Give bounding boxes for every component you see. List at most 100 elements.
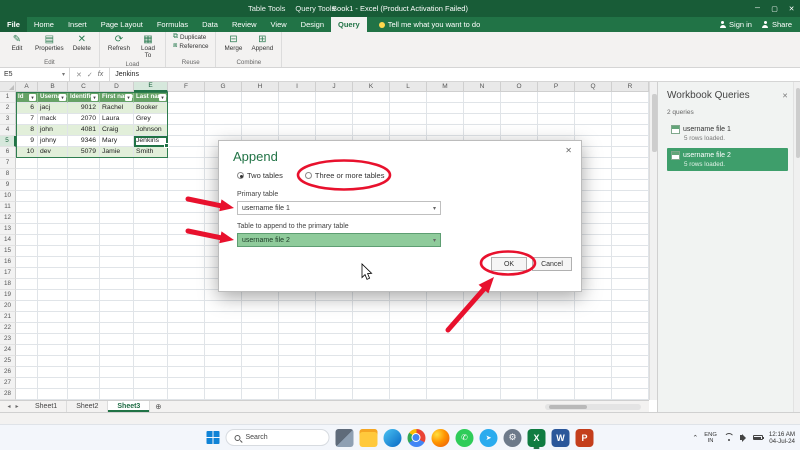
cell-C23[interactable] (68, 334, 100, 345)
row-header-17[interactable]: 17 (0, 268, 16, 279)
cell-E25[interactable] (134, 356, 168, 367)
cell-Q24[interactable] (575, 345, 612, 356)
row-header-2[interactable]: 2 (0, 103, 16, 114)
name-box-caret-icon[interactable]: ▾ (62, 71, 65, 78)
cell-D13[interactable] (100, 224, 134, 235)
cell-B8[interactable] (38, 169, 68, 180)
cell-H20[interactable] (242, 301, 279, 312)
cell-R16[interactable] (612, 257, 649, 268)
cell-N3[interactable] (464, 114, 501, 125)
cell-B20[interactable] (38, 301, 68, 312)
row-header-8[interactable]: 8 (0, 169, 16, 180)
cell-R22[interactable] (612, 323, 649, 334)
col-header-F[interactable]: F (168, 82, 205, 92)
cell-R18[interactable] (612, 279, 649, 290)
cell-O20[interactable] (501, 301, 538, 312)
cell-E28[interactable] (134, 389, 168, 400)
cell-Q3[interactable] (575, 114, 612, 125)
cell-K2[interactable] (353, 103, 390, 114)
cell-R8[interactable] (612, 169, 649, 180)
ribbon-tab-view[interactable]: View (264, 17, 294, 32)
cell-Q20[interactable] (575, 301, 612, 312)
col-header-J[interactable]: J (316, 82, 353, 92)
cell-R5[interactable] (612, 136, 649, 147)
cell-G2[interactable] (205, 103, 242, 114)
cell-R27[interactable] (612, 378, 649, 389)
cell-B15[interactable] (38, 246, 68, 257)
cell-K25[interactable] (353, 356, 390, 367)
col-header-E[interactable]: E (134, 82, 168, 92)
cell-G24[interactable] (205, 345, 242, 356)
append-button[interactable]: ⊞ Append (248, 33, 276, 54)
cell-D7[interactable] (100, 158, 134, 169)
maximize-icon[interactable]: ▢ (766, 0, 783, 17)
cell-E21[interactable] (134, 312, 168, 323)
cell-I3[interactable] (279, 114, 316, 125)
cell-J22[interactable] (316, 323, 353, 334)
cell-F21[interactable] (168, 312, 205, 323)
cell-R2[interactable] (612, 103, 649, 114)
cell-D28[interactable] (100, 389, 134, 400)
two-tables-radio[interactable]: Two tables (237, 171, 283, 180)
cell-I24[interactable] (279, 345, 316, 356)
cell-G25[interactable] (205, 356, 242, 367)
row-header-21[interactable]: 21 (0, 312, 16, 323)
cell-R24[interactable] (612, 345, 649, 356)
cell-K28[interactable] (353, 389, 390, 400)
cell-M24[interactable] (427, 345, 464, 356)
cell-J26[interactable] (316, 367, 353, 378)
cell-R7[interactable] (612, 158, 649, 169)
cell-D8[interactable] (100, 169, 134, 180)
cell-C22[interactable] (68, 323, 100, 334)
cell-F27[interactable] (168, 378, 205, 389)
cell-B28[interactable] (38, 389, 68, 400)
cell-R28[interactable] (612, 389, 649, 400)
cell-D17[interactable] (100, 268, 134, 279)
load-to-button[interactable]: ▦ Load To (136, 33, 160, 60)
row-header-20[interactable]: 20 (0, 301, 16, 312)
append-table-dropdown[interactable]: username file 2 ▾ (237, 233, 441, 247)
cell-A12[interactable] (16, 213, 38, 224)
cell-F18[interactable] (168, 279, 205, 290)
cell-H3[interactable] (242, 114, 279, 125)
duplicate-button[interactable]: ⧉ Duplicate (171, 33, 208, 41)
cell-L26[interactable] (390, 367, 427, 378)
cell-C27[interactable] (68, 378, 100, 389)
cell-A24[interactable] (16, 345, 38, 356)
row-header-10[interactable]: 10 (0, 191, 16, 202)
whatsapp-icon[interactable]: ✆ (455, 428, 474, 447)
cell-J4[interactable] (316, 125, 353, 136)
row-header-23[interactable]: 23 (0, 334, 16, 345)
cell-A15[interactable] (16, 246, 38, 257)
cell-C2[interactable]: 9012 (68, 103, 100, 114)
edge-icon[interactable] (383, 428, 402, 447)
language-indicator[interactable]: ENG IN (704, 432, 717, 444)
cell-D10[interactable] (100, 191, 134, 202)
cell-C4[interactable]: 4081 (68, 125, 100, 136)
row-header-14[interactable]: 14 (0, 235, 16, 246)
cell-E14[interactable] (134, 235, 168, 246)
file-explorer-icon[interactable] (359, 428, 378, 447)
cell-P24[interactable] (538, 345, 575, 356)
cell-J20[interactable] (316, 301, 353, 312)
cell-D12[interactable] (100, 213, 134, 224)
cell-G26[interactable] (205, 367, 242, 378)
cell-B2[interactable]: jacj (38, 103, 68, 114)
cell-A26[interactable] (16, 367, 38, 378)
minimize-icon[interactable]: ─ (749, 0, 766, 17)
cell-F17[interactable] (168, 268, 205, 279)
cell-C18[interactable] (68, 279, 100, 290)
volume-icon[interactable] (739, 433, 747, 442)
start-icon[interactable] (206, 431, 220, 444)
cell-R3[interactable] (612, 114, 649, 125)
cell-L22[interactable] (390, 323, 427, 334)
cell-C13[interactable] (68, 224, 100, 235)
cell-F20[interactable] (168, 301, 205, 312)
cell-E6[interactable]: Smith (134, 147, 168, 158)
cell-N2[interactable] (464, 103, 501, 114)
cell-C10[interactable] (68, 191, 100, 202)
cell-B5[interactable]: johny (38, 136, 68, 147)
cell-E15[interactable] (134, 246, 168, 257)
tray-chevron-icon[interactable]: ⌃ (692, 434, 698, 442)
telegram-icon[interactable]: ➤ (479, 428, 498, 447)
